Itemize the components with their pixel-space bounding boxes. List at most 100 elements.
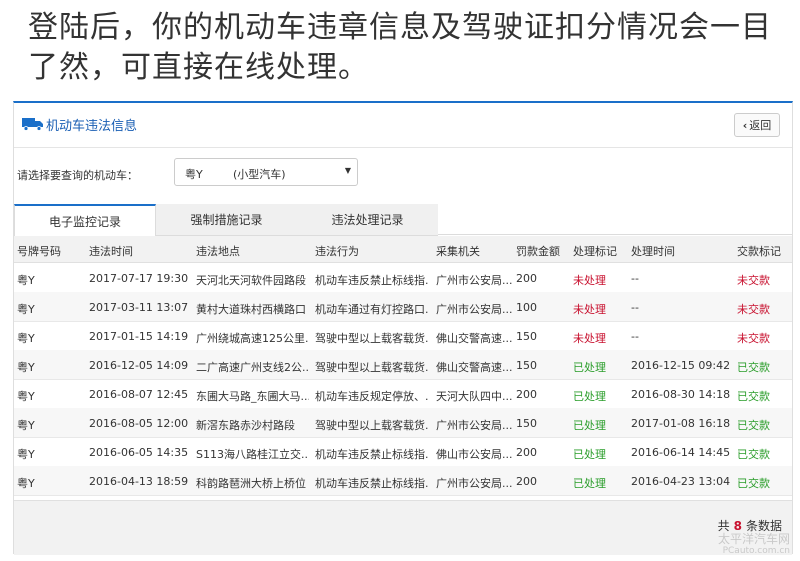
plate-cell: 粤Y [17,477,35,490]
violation-panel: 机动车违法信息 ‹ 返回 请选择要查询的机动车： 粤Y (小型汽车) ▼ 电子监… [13,101,793,555]
vehicle-select[interactable]: 粤Y (小型汽车) ▼ [174,158,358,186]
column-header: 交款标记 [737,245,781,258]
payment-status-cell: 未交款 [737,332,770,345]
location-cell: 天河北天河软件园路段 [196,274,306,287]
time-cell: 2017-03-11 13:07 [89,301,189,314]
plate-cell: 粤Y [17,303,35,316]
handling-time-cell: 2016-12-15 09:42 [631,359,731,372]
plate-cell: 粤Y [17,332,35,345]
behavior-cell: 机动车违反禁止标线指... [315,477,429,490]
behavior-cell: 驾驶中型以上载客载货... [315,361,429,374]
fine-cell: 150 [516,417,537,430]
column-header: 处理标记 [573,245,617,258]
handling-status-cell: 已处理 [573,390,606,403]
column-header: 罚款金额 [516,245,560,258]
time-cell: 2016-06-05 14:35 [89,446,189,459]
selected-vehicle-type: (小型汽车) [233,168,286,181]
handling-time-cell: -- [631,330,639,343]
agency-cell: 天河大队四中... [436,390,512,403]
truck-icon [22,118,43,131]
agency-cell: 广州市公安局... [436,477,512,490]
location-cell: S113海八路桂江立交... [196,448,309,461]
plate-cell: 粤Y [17,419,35,432]
total-prefix: 共 [717,519,730,533]
fine-cell: 200 [516,475,537,488]
agency-cell: 佛山交警高速... [436,361,512,374]
location-cell: 二广高速广州支线2公... [196,361,309,374]
column-header: 处理时间 [631,245,675,258]
fine-cell: 200 [516,388,537,401]
payment-status-cell: 已交款 [737,419,770,432]
plate-cell: 粤Y [17,448,35,461]
fine-cell: 150 [516,330,537,343]
watermark-line2: PCauto.com.cn [722,546,790,556]
location-cell: 广州绕城高速125公里... [196,332,309,345]
handling-time-cell: -- [631,301,639,314]
back-button-label: 返回 [749,119,772,132]
tab-enforcement-measures[interactable]: 强制措施记录 [156,204,297,236]
chevron-left-icon: ‹ [742,118,748,132]
table-row[interactable]: 粤Y 2016-06-05 14:35 S113海八路桂江立交... 机动车违反禁止标… [14,437,792,467]
agency-cell: 广州市公安局... [436,303,512,316]
table-row[interactable]: 粤Y 2016-04-13 18:59 科韵路琶洲大桥上桥位 机动车违反禁止标线指..… [14,466,792,496]
table-header: 号牌号码 违法时间 违法地点 违法行为 采集机关 罚款金额 处理标记 处理时间 … [14,236,792,263]
time-cell: 2016-04-13 18:59 [89,475,189,488]
table-row[interactable]: 粤Y 2016-12-05 14:09 二广高速广州支线2公... 驾驶中型以上载客载… [14,350,792,380]
handling-status-cell: 未处理 [573,274,606,287]
watermark-line1: 太平洋汽车网 [717,532,790,546]
total-suffix: 条数据 [745,519,782,533]
plate-cell: 粤Y [17,361,35,374]
location-cell: 东圃大马路_东圃大马... [196,390,309,403]
table-row[interactable]: 粤Y 2017-01-15 14:19 广州绕城高速125公里... 驾驶中型以上载客… [14,321,792,351]
table-row[interactable]: 粤Y 2016-08-05 12:00 新滘东路赤沙村路段 驾驶中型以上载客载货...… [14,408,792,438]
time-cell: 2017-07-17 19:30 [89,272,189,285]
column-header: 违法行为 [315,245,359,258]
tab-electronic-monitoring[interactable]: 电子监控记录 [14,204,156,236]
handling-time-cell: 2016-08-30 14:18 [631,388,731,401]
caption-text: 登陆后，你的机动车违章信息及驾驶证扣分情况会一目了然，可直接在线处理。 [28,10,772,85]
fine-cell: 150 [516,359,537,372]
fine-cell: 200 [516,272,537,285]
payment-status-cell: 未交款 [737,274,770,287]
plate-cell: 粤Y [17,390,35,403]
agency-cell: 佛山市公安局... [436,448,512,461]
time-cell: 2016-08-07 12:45 [89,388,189,401]
behavior-cell: 驾驶中型以上载客载货... [315,419,429,432]
behavior-cell: 机动车违反规定停放、... [315,390,429,403]
handling-status-cell: 已处理 [573,361,606,374]
selected-plate: 粤Y [185,168,203,181]
location-cell: 黄村大道珠村西横路口 [196,303,306,316]
behavior-cell: 机动车通过有灯控路口... [315,303,429,316]
tab-violation-handling[interactable]: 违法处理记录 [297,204,438,236]
tabs-divider [438,234,792,235]
column-header: 号牌号码 [17,245,61,258]
table-row[interactable]: 粤Y 2017-03-11 13:07 黄村大道珠村西横路口 机动车通过有灯控路口..… [14,292,792,322]
handling-time-cell: 2016-04-23 13:04 [631,475,731,488]
location-cell: 科韵路琶洲大桥上桥位 [196,477,306,490]
handling-time-cell: -- [631,272,639,285]
panel-title: 机动车违法信息 [46,119,138,134]
fine-cell: 100 [516,301,537,314]
vehicle-select-label: 请选择要查询的机动车： [17,169,138,182]
payment-status-cell: 已交款 [737,361,770,374]
handling-status-cell: 已处理 [573,477,606,490]
back-button[interactable]: ‹ 返回 [734,113,780,137]
agency-cell: 广州市公安局... [436,274,512,287]
table-row[interactable]: 粤Y 2016-08-07 12:45 东圃大马路_东圃大马... 机动车违反规定停放… [14,379,792,409]
handling-status-cell: 已处理 [573,448,606,461]
behavior-cell: 机动车违反禁止标线指... [315,274,429,287]
panel-header: 机动车违法信息 ‹ 返回 [14,103,792,148]
agency-cell: 广州市公安局... [436,419,512,432]
column-header: 违法地点 [196,245,240,258]
time-cell: 2016-12-05 14:09 [89,359,189,372]
table-footer: 共 8 条数据 [14,500,792,555]
handling-time-cell: 2017-01-08 16:18 [631,417,731,430]
handling-status-cell: 未处理 [573,332,606,345]
watermark-logo: 太平洋汽车网 PCauto.com.cn [718,533,790,557]
fine-cell: 200 [516,446,537,459]
plate-cell: 粤Y [17,274,35,287]
table-row[interactable]: 粤Y 2017-07-17 19:30 天河北天河软件园路段 机动车违反禁止标线指..… [14,263,792,293]
time-cell: 2016-08-05 12:00 [89,417,189,430]
handling-status-cell: 已处理 [573,419,606,432]
dropdown-arrow-icon: ▼ [344,166,351,175]
